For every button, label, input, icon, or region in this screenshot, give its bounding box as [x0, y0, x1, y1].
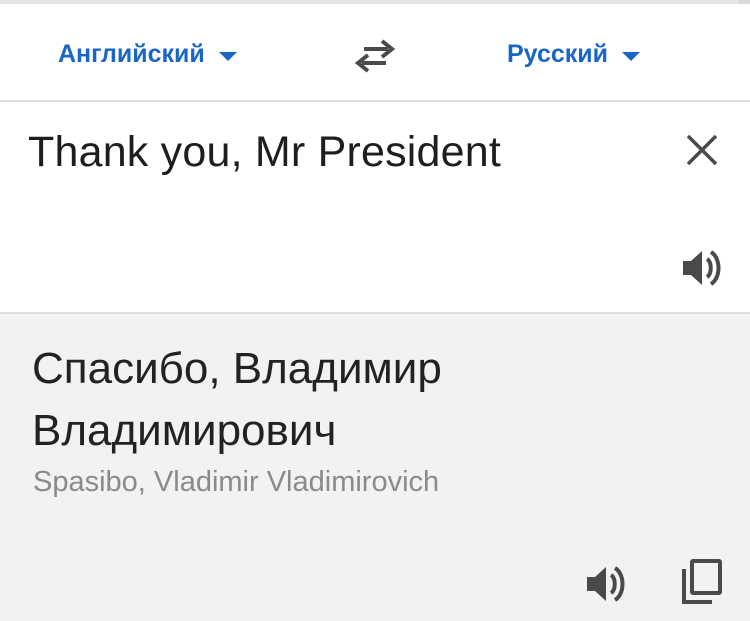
translation-line-1: Спасибо, Владимир	[32, 344, 442, 393]
target-language-label: Русский	[507, 39, 609, 68]
translation-text: Спасибо, Владимир Владимирович	[32, 338, 552, 462]
close-icon	[686, 134, 718, 166]
translation-line-2: Владимирович	[32, 406, 337, 455]
copy-icon	[682, 559, 722, 604]
listen-source-button[interactable]	[680, 246, 724, 290]
clear-button[interactable]	[684, 132, 720, 168]
swap-languages-button[interactable]	[352, 36, 398, 76]
transliteration-text: Spasibo, Vladimir Vladimirovich	[33, 466, 440, 498]
translation-result-panel: Спасибо, Владимир Владимирович Spasibo, …	[0, 314, 750, 621]
target-language-selector[interactable]: Русский	[507, 34, 641, 74]
speaker-icon	[587, 566, 625, 602]
language-bar: Английский Русский	[0, 4, 750, 100]
source-language-selector[interactable]: Английский	[58, 34, 237, 74]
source-input-panel[interactable]: Thank you, Mr President	[0, 102, 750, 312]
source-language-label: Английский	[58, 39, 205, 68]
source-text[interactable]: Thank you, Mr President	[28, 128, 501, 177]
caret-down-icon	[622, 51, 641, 61]
caret-down-icon	[218, 51, 237, 61]
copy-translation-button[interactable]	[680, 558, 724, 606]
listen-translation-button[interactable]	[584, 562, 628, 606]
speaker-icon	[683, 250, 721, 286]
swap-arrows-icon	[354, 39, 396, 73]
